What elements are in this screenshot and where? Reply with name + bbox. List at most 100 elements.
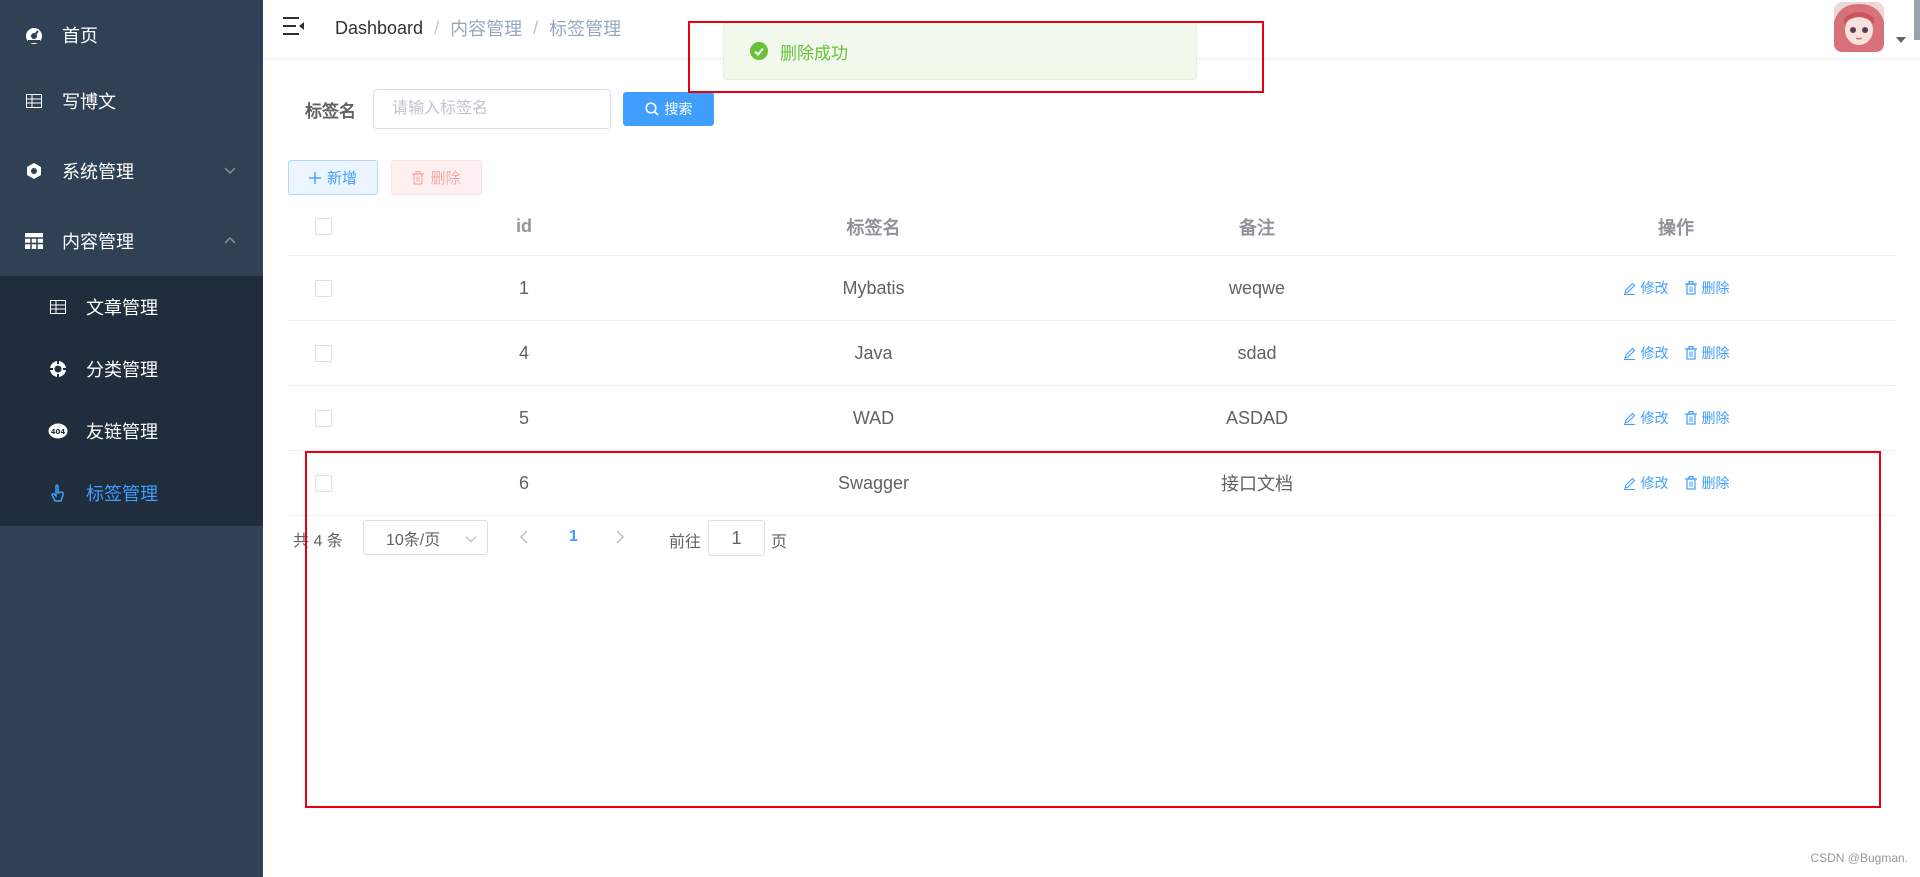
table-header: id 标签名 备注 操作 (288, 198, 1895, 256)
search-button[interactable]: 搜索 (623, 92, 714, 126)
edit-button[interactable]: 修改 (1623, 278, 1669, 298)
success-message: 删除成功 (723, 22, 1197, 80)
404-icon: 404 (48, 421, 68, 441)
tag-table: id 标签名 备注 操作 1 Mybatis weqwe 修改 删除 4 Java sdad 修… (288, 198, 1895, 516)
lifebuoy-icon (48, 359, 68, 379)
column-header-actions: 操作 (1658, 217, 1694, 238)
cell-tag-name: Swagger (837, 472, 910, 493)
sidebar-item-home[interactable]: 首页 (0, 0, 263, 70)
sidebar-item-label: 文章管理 (86, 298, 158, 318)
prev-page-button[interactable] (519, 530, 529, 544)
page-number[interactable]: 1 (569, 528, 578, 546)
submenu-content: 文章管理 分类管理 404 友链管理 标签管理 (0, 276, 263, 526)
caret-down-icon[interactable] (1896, 36, 1906, 44)
sidebar-item-label: 系统管理 (62, 162, 134, 182)
table-icon (48, 297, 68, 317)
column-header-id[interactable]: id (358, 198, 690, 255)
sidebar-item-articles[interactable]: 文章管理 (0, 276, 263, 338)
table-row: 6 Swagger 接口文档 修改 删除 (288, 451, 1895, 516)
cell-actions: 修改 删除 (1457, 451, 1895, 515)
gear-icon (24, 161, 44, 181)
row-checkbox[interactable] (314, 279, 332, 297)
table-row: 4 Java sdad 修改 删除 (288, 321, 1895, 386)
sidebar-item-tags[interactable]: 标签管理 (0, 462, 263, 524)
cell-actions: 修改 删除 (1457, 256, 1895, 320)
row-checkbox[interactable] (314, 344, 332, 362)
avatar[interactable] (1834, 2, 1884, 52)
search-icon (644, 102, 659, 116)
select-all-checkbox[interactable] (314, 218, 332, 235)
cell-tag-name: Java (854, 342, 893, 363)
sidebar-item-links[interactable]: 404 友链管理 (0, 400, 263, 462)
trash-icon (412, 170, 425, 185)
cell-remark: weqwe (1228, 277, 1286, 298)
cell-id: 1 (518, 277, 529, 298)
column-header-remark[interactable]: 备注 (1057, 198, 1457, 255)
message-text: 删除成功 (780, 43, 848, 63)
batch-delete-button[interactable]: 删除 (391, 160, 482, 195)
edit-icon (1623, 412, 1635, 425)
edit-button[interactable]: 修改 (1623, 408, 1669, 428)
row-checkbox[interactable] (314, 409, 332, 427)
page-size-select[interactable]: 10条/页 (363, 520, 488, 555)
jump-label: 前往 (669, 534, 702, 551)
edit-icon (1623, 347, 1635, 360)
watermark: CSDN @Bugman. (1810, 851, 1908, 865)
chevron-up-icon (224, 237, 236, 244)
grid-icon (24, 231, 44, 251)
tag-hand-icon (48, 483, 68, 503)
sidebar-item-system[interactable]: 系统管理 (0, 136, 263, 206)
edit-button[interactable]: 修改 (1623, 343, 1669, 363)
delete-button[interactable]: 删除 (1684, 343, 1730, 363)
breadcrumb: Dashboard / 内容管理 / 标签管理 (335, 15, 621, 41)
row-checkbox[interactable] (314, 474, 332, 492)
cell-tag-name: Mybatis (842, 277, 905, 298)
sidebar-item-label: 分类管理 (86, 360, 158, 380)
delete-button[interactable]: 删除 (1684, 278, 1730, 298)
svg-text:404: 404 (51, 428, 66, 436)
jump-suffix: 页 (771, 534, 788, 551)
delete-button[interactable]: 删除 (1684, 473, 1730, 493)
cell-actions: 修改 删除 (1457, 321, 1895, 385)
table-icon (24, 91, 44, 111)
sidebar-item-content[interactable]: 内容管理 (0, 206, 263, 276)
trash-icon (1684, 346, 1697, 360)
cell-id: 4 (518, 342, 529, 363)
cell-tag-name: WAD (852, 407, 895, 428)
edit-icon (1623, 477, 1635, 490)
cell-remark: sdad (1237, 342, 1277, 363)
next-page-button[interactable] (615, 530, 625, 544)
sidebar-item-categories[interactable]: 分类管理 (0, 338, 263, 400)
edit-icon (1623, 282, 1635, 295)
trash-icon (1684, 411, 1697, 425)
table-row: 5 WAD ASDAD 修改 删除 (288, 386, 1895, 451)
sidebar-item-label: 标签管理 (86, 484, 158, 504)
tag-name-label: 标签名 (305, 102, 356, 121)
sidebar-item-label: 首页 (62, 26, 98, 46)
cell-id: 6 (518, 472, 529, 493)
sidebar: 首页 写博文 系统管理 内容管理 文章管理 分类管理 404 友链管理 标签管理 (0, 0, 263, 877)
sidebar-item-label: 内容管理 (62, 232, 134, 252)
cell-remark: ASDAD (1225, 407, 1288, 428)
hamburger-icon[interactable] (283, 16, 305, 36)
cell-id: 5 (518, 407, 529, 428)
sidebar-item-write-post[interactable]: 写博文 (0, 66, 263, 136)
breadcrumb-item: 标签管理 (549, 19, 622, 39)
breadcrumb-item: 内容管理 (450, 19, 523, 39)
total-count: 共 4 条 (293, 533, 343, 550)
sidebar-item-label: 写博文 (62, 92, 116, 112)
tag-name-input[interactable] (373, 89, 611, 129)
breadcrumb-item[interactable]: Dashboard (335, 18, 423, 39)
edit-button[interactable]: 修改 (1623, 473, 1669, 493)
column-header-tag-name[interactable]: 标签名 (690, 198, 1057, 255)
trash-icon (1684, 281, 1697, 295)
sidebar-item-label: 友链管理 (86, 422, 158, 442)
cell-actions: 修改 删除 (1457, 386, 1895, 450)
add-button[interactable]: 新增 (288, 160, 378, 195)
chevron-down-icon (465, 536, 477, 543)
delete-button[interactable]: 删除 (1684, 408, 1730, 428)
trash-icon (1684, 476, 1697, 490)
scrollbar[interactable] (1914, 0, 1920, 40)
page-jump-input[interactable] (708, 520, 765, 556)
dashboard-icon (24, 25, 44, 45)
